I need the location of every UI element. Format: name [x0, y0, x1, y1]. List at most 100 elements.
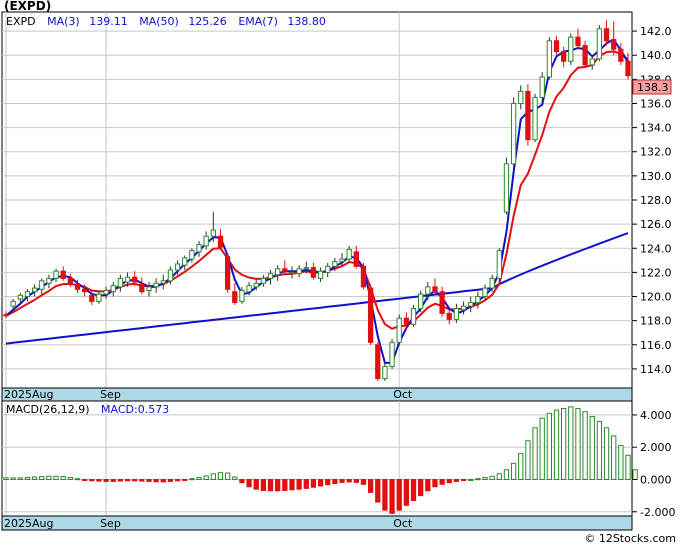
candle-body [317, 270, 324, 279]
macd-bar [539, 417, 545, 480]
candle-body [267, 273, 274, 279]
price-tick-label: 124.0 [640, 242, 672, 255]
candle-body [275, 268, 281, 276]
macd-bar [618, 445, 624, 480]
candle-body [625, 60, 631, 77]
macd-bar [439, 478, 445, 485]
macd-bar [210, 473, 216, 480]
candle-body [224, 256, 231, 290]
macd-bar [196, 477, 202, 480]
macd-bar [310, 478, 317, 488]
candle-body [618, 48, 624, 62]
macd-bar [296, 478, 302, 490]
macd-bar [496, 473, 502, 480]
candle-body [325, 265, 331, 273]
candle-body [96, 293, 102, 302]
macd-tick-label: -2.000 [640, 506, 675, 519]
candle-body [53, 270, 59, 279]
macd-bar [275, 478, 281, 492]
macd-bar [553, 409, 560, 480]
macd-y-ticks: 4.000 2.000 0.000 -2.000 [632, 409, 675, 519]
macd-bar [596, 420, 603, 480]
macd-bar [561, 407, 567, 480]
macd-tick-label: 0.000 [640, 473, 672, 486]
candle-body [303, 267, 309, 270]
candle-body [89, 294, 95, 302]
candle-body [546, 40, 553, 78]
last-price-label: 138.3 [637, 81, 669, 94]
candle-body [482, 287, 488, 298]
candle-body [117, 277, 124, 288]
macd-bar [339, 478, 345, 483]
candle-body [346, 248, 352, 260]
candle-body [67, 277, 73, 284]
macd-date-band [1, 515, 633, 531]
candle-body [3, 314, 9, 317]
macd-bar [289, 478, 295, 491]
price-tick-label: 142.0 [640, 25, 672, 38]
candle-body [132, 276, 138, 283]
candle-body [232, 291, 238, 304]
candle-body [453, 308, 460, 320]
price-tick-label: 114.0 [640, 363, 672, 376]
candle-body [339, 258, 345, 263]
macd-bar [317, 478, 324, 487]
legend-ma50-value: 125.26 [188, 15, 227, 28]
macd-bar [224, 472, 231, 480]
macd-bar [503, 469, 510, 480]
candle-body [46, 277, 52, 284]
macd-bar [582, 411, 588, 480]
macd-bar [260, 478, 267, 491]
candle-body [17, 294, 23, 300]
macd-bar [31, 476, 38, 480]
macd-bar [389, 478, 395, 514]
macd-bar [81, 478, 88, 481]
candle-body [561, 51, 567, 62]
macd-bar [410, 478, 417, 501]
candle-body [403, 317, 410, 325]
price-legend: EXPD MA(3) 139.11 MA(50) 125.26 EMA(7) 1… [6, 15, 326, 28]
legend-ma3-value: 139.11 [89, 15, 128, 28]
candle-body [489, 277, 495, 289]
macd-bar [10, 477, 16, 480]
macd-bar [67, 477, 73, 480]
macd-bar [575, 407, 581, 480]
candle-body [553, 40, 560, 53]
candle-body [382, 365, 388, 380]
macd-bar [432, 478, 438, 488]
macd-bar [453, 478, 460, 482]
price-tick-label: 122.0 [640, 266, 672, 279]
macd-bar [282, 478, 288, 491]
candle-body [439, 291, 445, 314]
candle-body [496, 250, 502, 279]
macd-legend: MACD(26,12,9) MACD:0.573 [6, 403, 169, 416]
candle-body [10, 300, 16, 307]
macd-bar [611, 435, 617, 480]
macd-tick-label: 2.000 [640, 441, 672, 454]
macd-bar [403, 478, 410, 506]
macd-bar [625, 454, 631, 480]
macd-bar [632, 469, 638, 480]
macd-bar [346, 478, 352, 483]
macd-bar [174, 478, 181, 482]
macd-bar [46, 475, 52, 480]
candle-body [425, 286, 431, 295]
macd-bar [267, 478, 274, 492]
candle-body [460, 305, 467, 311]
macd-bar [332, 478, 338, 485]
candle-body [611, 39, 617, 50]
macd-bar [418, 478, 424, 497]
macd-x-label: Oct [393, 517, 413, 530]
candle-body [532, 96, 538, 141]
macd-bar [325, 478, 331, 486]
candle-body [575, 36, 581, 47]
macd-bar [468, 478, 474, 481]
macd-bar [482, 477, 488, 480]
candle-body [74, 283, 81, 290]
candle-body [189, 250, 195, 260]
price-tick-label: 132.0 [640, 146, 672, 159]
macd-bar [446, 478, 452, 484]
legend-ticker: EXPD [6, 15, 36, 28]
candle-body [24, 291, 31, 298]
macd-bar [182, 478, 188, 481]
